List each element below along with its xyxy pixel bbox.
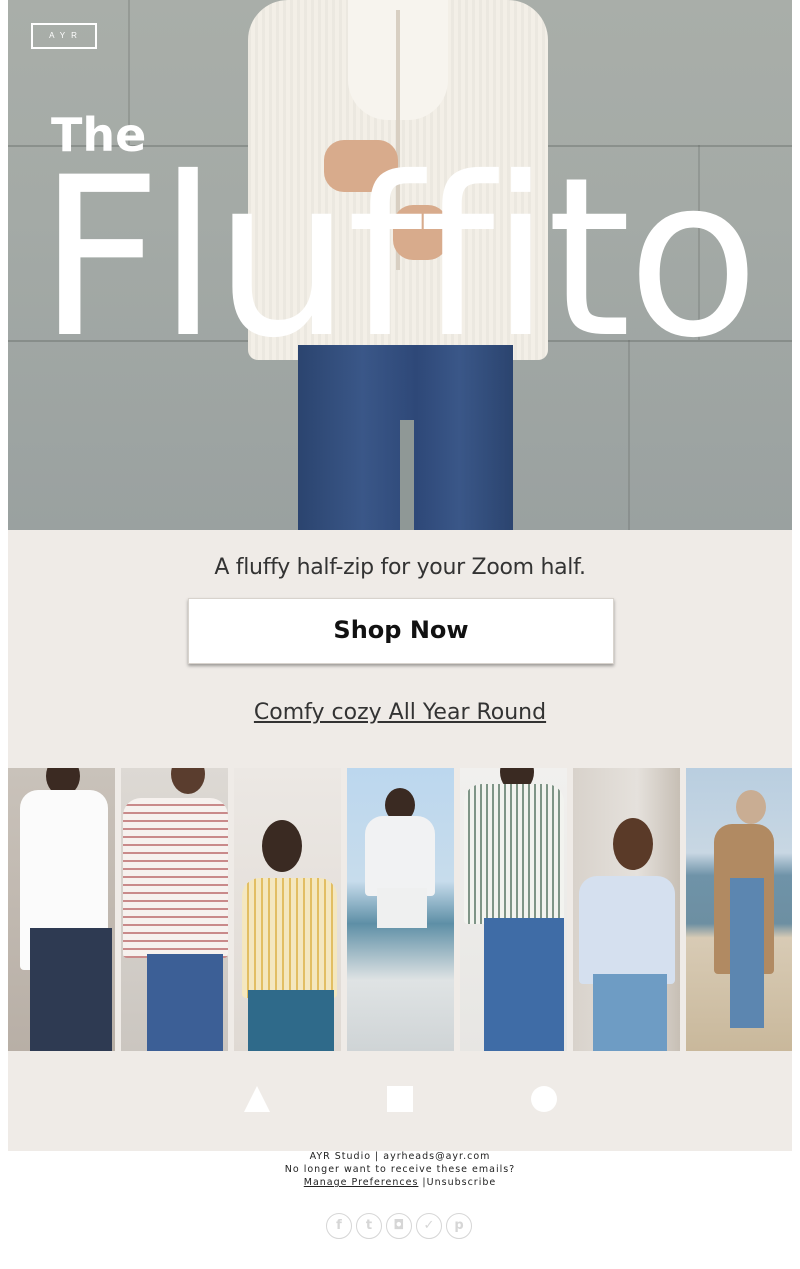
- footer: AYR Studio | ayrheads@ayr.com No longer …: [0, 1150, 800, 1189]
- footer-links: Manage Preferences |Unsubscribe: [0, 1176, 800, 1189]
- footer-contact: AYR Studio | ayrheads@ayr.com: [309, 1151, 491, 1162]
- circle-icon[interactable]: [531, 1086, 557, 1112]
- model-jeans: [730, 878, 764, 1028]
- cta-section: A fluffy half-zip for your Zoom half. Sh…: [8, 530, 792, 768]
- model-head: [262, 820, 302, 872]
- square-icon[interactable]: [387, 1086, 413, 1112]
- footer-separator: |: [418, 1177, 427, 1188]
- gallery-photo-3[interactable]: [234, 768, 341, 1051]
- model-jeans: [30, 928, 112, 1051]
- model-top: [365, 816, 435, 896]
- gallery-photo-7[interactable]: [686, 768, 792, 1051]
- twitter-icon[interactable]: ✓: [416, 1213, 442, 1239]
- model-top: [242, 878, 337, 998]
- gallery-photo-1[interactable]: [8, 768, 115, 1051]
- tagline: A fluffy half-zip for your Zoom half.: [214, 555, 586, 580]
- model-top: [579, 876, 675, 984]
- gallery-photo-5[interactable]: [460, 768, 567, 1051]
- pinterest-icon[interactable]: p: [446, 1213, 472, 1239]
- footer-optout-text: No longer want to receive these emails?: [284, 1164, 516, 1175]
- shape-row: [8, 1051, 792, 1151]
- instagram-icon[interactable]: ◘: [386, 1213, 412, 1239]
- gallery-photo-4[interactable]: [347, 768, 454, 1051]
- hero-image[interactable]: AYR The Fluffito: [8, 0, 792, 530]
- model-top: [464, 784, 564, 924]
- product-gallery: [8, 768, 792, 1051]
- shop-now-button[interactable]: Shop Now: [188, 598, 614, 664]
- model-jeans: [593, 974, 667, 1051]
- gallery-photo-2[interactable]: [121, 768, 228, 1051]
- model-jeans: [147, 954, 223, 1051]
- model-jeans: [248, 990, 334, 1051]
- unsubscribe-link[interactable]: Unsubscribe: [427, 1177, 497, 1188]
- jeans-gap: [400, 420, 414, 530]
- tumblr-icon[interactable]: t: [356, 1213, 382, 1239]
- model-jeans: [484, 918, 564, 1051]
- email-container: AYR The Fluffito A fluffy half-zip for y…: [8, 0, 792, 1151]
- social-links: f t ◘ ✓ p: [326, 1213, 476, 1239]
- model-head: [171, 768, 205, 794]
- model-head: [736, 790, 766, 824]
- model-shorts: [377, 888, 427, 928]
- hero-title-large: Fluffito: [38, 130, 759, 386]
- ayr-logo[interactable]: AYR: [31, 23, 97, 49]
- facebook-icon[interactable]: f: [326, 1213, 352, 1239]
- comfy-cozy-link[interactable]: Comfy cozy All Year Round: [8, 700, 792, 725]
- model-top: [123, 798, 228, 958]
- manage-preferences-link[interactable]: Manage Preferences: [304, 1177, 419, 1188]
- gallery-photo-6[interactable]: [573, 768, 680, 1051]
- triangle-icon[interactable]: [244, 1086, 270, 1112]
- model-head: [613, 818, 653, 870]
